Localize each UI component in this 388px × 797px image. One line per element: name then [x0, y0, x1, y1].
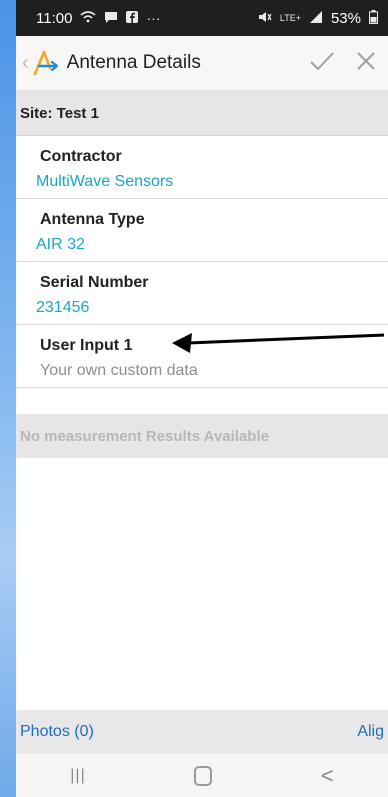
measurements-empty-message: No measurement Results Available: [16, 414, 388, 458]
user-input-field[interactable]: Your own custom data: [16, 355, 388, 388]
status-bar: 11:00 ··· LTE+ 53%: [16, 0, 388, 36]
photos-button[interactable]: Photos (0): [20, 723, 94, 741]
app-toolbar: ‹ Antenna Details: [16, 36, 388, 91]
message-icon: [104, 10, 118, 26]
section-gap: [16, 388, 388, 414]
facebook-icon: [126, 10, 139, 26]
wifi-icon: [80, 10, 96, 26]
recents-button[interactable]: |||: [70, 767, 85, 785]
empty-content-area: [16, 458, 388, 732]
site-header: Site: Test 1: [16, 91, 388, 136]
mute-icon: [258, 10, 272, 26]
antenna-type-value[interactable]: AIR 32: [16, 229, 388, 262]
annotation-arrow: [172, 333, 385, 353]
signal-icon: [309, 10, 323, 26]
battery-percent: 53%: [330, 9, 361, 27]
antenna-type-label: Antenna Type: [40, 211, 145, 228]
align-button[interactable]: Alig: [357, 723, 384, 741]
check-icon[interactable]: [300, 48, 344, 79]
bottom-action-bar: Photos (0) Alig: [16, 710, 388, 754]
back-button[interactable]: <: [321, 763, 334, 789]
contractor-label: Contractor: [40, 148, 122, 165]
status-time: 11:00: [36, 9, 73, 27]
battery-icon: [369, 9, 378, 27]
home-button[interactable]: [194, 765, 213, 786]
phone-screen: 11:00 ··· LTE+ 53% ‹ Antenna Details Sit…: [16, 0, 388, 797]
app-logo-icon: [31, 49, 59, 77]
close-icon[interactable]: [344, 48, 388, 79]
system-nav-bar: ||| <: [16, 754, 388, 797]
background-left: [0, 0, 16, 797]
lte-indicator: LTE+: [279, 13, 301, 23]
more-notifications-icon: ···: [146, 10, 161, 26]
contractor-value[interactable]: MultiWave Sensors: [16, 166, 388, 199]
serial-number-label: Serial Number: [40, 274, 149, 291]
back-chevron-icon[interactable]: ‹: [22, 52, 29, 75]
page-title: Antenna Details: [66, 52, 201, 73]
serial-number-value[interactable]: 231456: [16, 292, 388, 325]
